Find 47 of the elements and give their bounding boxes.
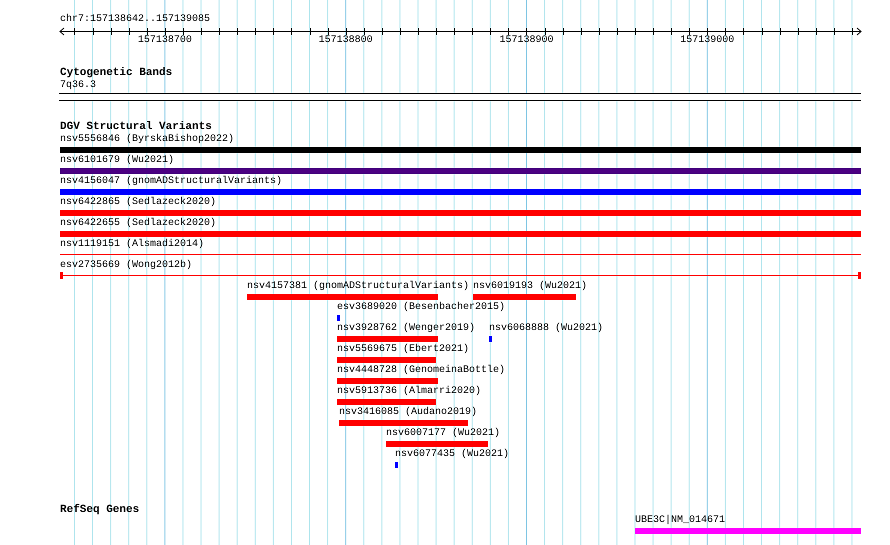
tick-label: 157138900 <box>499 35 554 46</box>
location-label: chr7:157138642..157139085 <box>60 14 210 25</box>
track-title: RefSeq Genes <box>60 504 140 516</box>
feature-label: nsv4448728 (GenomeinaBottle) <box>337 365 506 376</box>
feature-bar[interactable] <box>339 420 468 426</box>
feature-label: nsv5913736 (Almarri2020) <box>337 386 482 397</box>
feature-label: nsv6068888 (Wu2021) <box>489 323 604 334</box>
feature-label: nsv5569675 (Ebert2021) <box>337 344 470 355</box>
band-label: 7q36.3 <box>60 80 96 91</box>
feature-bar[interactable] <box>247 294 438 300</box>
feature-bar[interactable] <box>60 231 861 237</box>
feature-label: nsv6077435 (Wu2021) <box>395 449 510 460</box>
feature-bar[interactable] <box>337 336 438 342</box>
feature-label: nsv4157381 (gnomADStructuralVariants) <box>247 281 470 292</box>
feature-bar[interactable] <box>395 462 398 468</box>
feature-bar[interactable] <box>60 168 861 174</box>
feature-line[interactable] <box>60 251 861 258</box>
feature-bar[interactable] <box>337 378 438 384</box>
feature-label: nsv4156047 (gnomADStructuralVariants) <box>60 176 282 187</box>
feature-label: nsv6422865 (Sedlazeck2020) <box>60 197 216 208</box>
feature-label: esv2735669 (Wong2012b) <box>60 260 192 271</box>
feature-label: esv3689020 (Besenbacher2015) <box>337 302 506 313</box>
feature-label: nsv6422655 (Sedlazeck2020) <box>60 218 216 229</box>
feature-bar[interactable] <box>60 189 861 195</box>
feature-bar[interactable] <box>337 315 340 321</box>
feature-bar[interactable] <box>337 399 436 405</box>
tick-label: 157138700 <box>138 35 192 46</box>
feature-label: nsv6019193 (Wu2021) <box>473 281 588 292</box>
feature-bar[interactable] <box>489 336 492 342</box>
feature-label: nsv3416085 (Audano2019) <box>339 407 478 418</box>
feature-bar[interactable] <box>60 210 861 216</box>
feature-label: nsv6007177 (Wu2021) <box>386 428 500 439</box>
track-title: Cytogenetic Bands <box>60 67 172 79</box>
feature-label: nsv5556846 (ByrskaBishop2022) <box>60 134 234 145</box>
feature-bar[interactable] <box>473 294 576 300</box>
feature-bar[interactable] <box>635 528 861 534</box>
feature-label: UBE3C|NM_014671 <box>635 515 726 526</box>
feature-label: nsv1119151 (Alsmadi2014) <box>60 239 204 250</box>
feature-bar[interactable] <box>386 441 488 447</box>
track-title: DGV Structural Variants <box>60 121 212 133</box>
feature-bar[interactable] <box>60 147 861 153</box>
tick-label: 157139000 <box>680 35 734 46</box>
feature-bar[interactable] <box>337 357 436 363</box>
feature-label: nsv6101679 (Wu2021) <box>60 155 174 166</box>
feature-line[interactable] <box>60 272 861 279</box>
feature-label: nsv3928762 (Wenger2019) <box>337 323 476 334</box>
tick-label: 157138800 <box>318 35 373 46</box>
